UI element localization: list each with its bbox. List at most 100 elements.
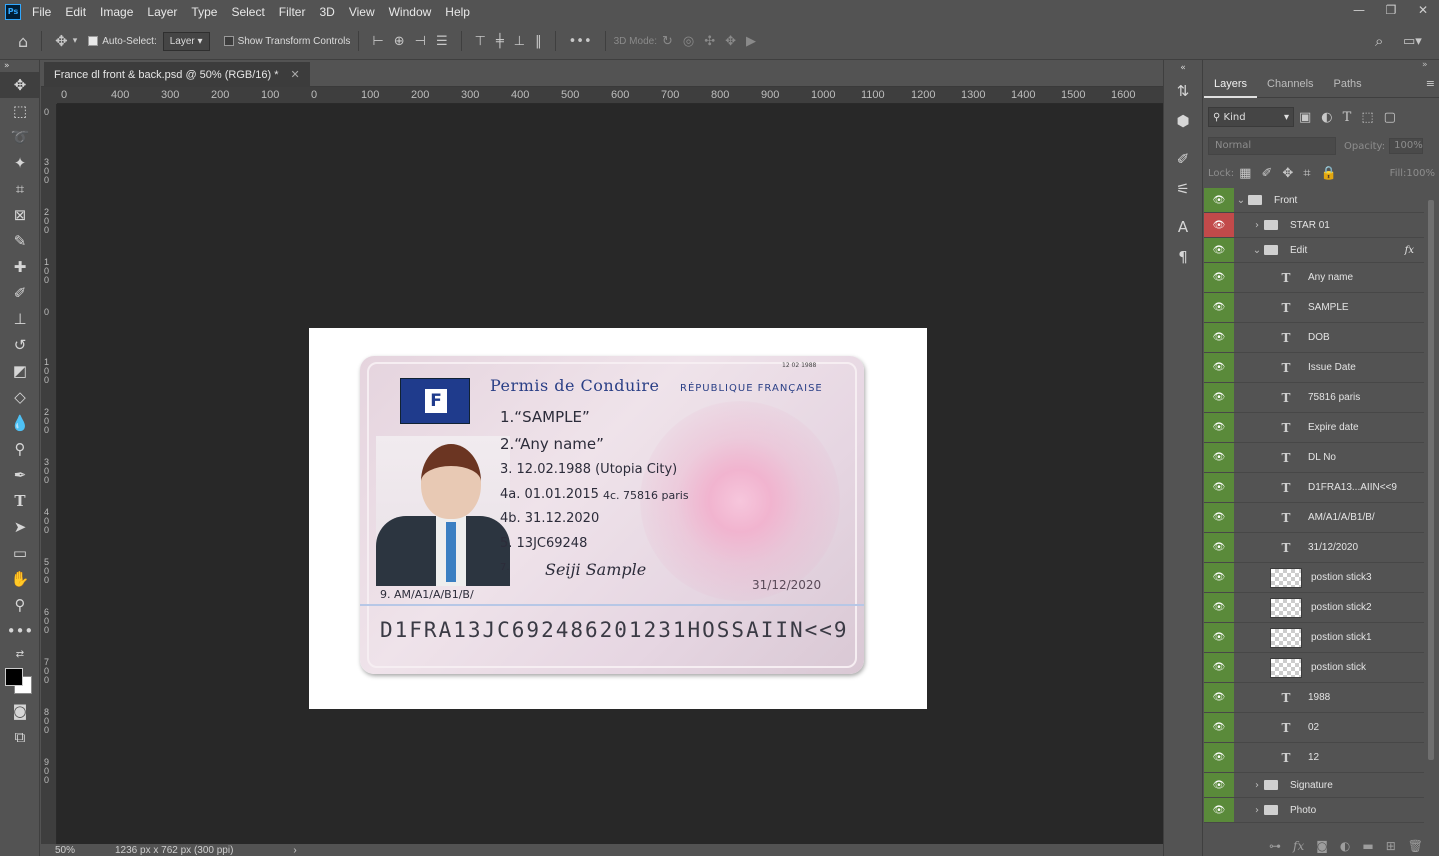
roll-3d-icon[interactable]: ◎ [683,34,694,49]
collapse-icon[interactable]: » [0,60,40,72]
dodge-tool-icon[interactable]: ⚲ [0,436,40,462]
layer-row[interactable]: 👁 postion stick [1204,653,1424,683]
visibility-eye-icon[interactable]: 👁 [1204,213,1234,237]
swap-colors-icon[interactable]: ⇄ [0,644,40,664]
paint-bucket-tool-icon[interactable]: ◇ [0,384,40,410]
add-style-icon[interactable]: fx [1293,839,1304,853]
visibility-eye-icon[interactable]: 👁 [1204,563,1234,592]
layers-scrollbar[interactable] [1424,188,1439,830]
new-layer-icon[interactable]: ⊞ [1386,839,1396,853]
align-middle-icon[interactable]: ╪ [496,34,504,49]
visibility-eye-icon[interactable]: 👁 [1204,383,1234,412]
add-mask-icon[interactable]: ◙ [1316,839,1328,853]
align-bottom-icon[interactable]: ⊥ [514,34,525,49]
horizontal-ruler[interactable]: 0 400 300 200 100 0 100 200 300 400 500 600 700 800 90… [57,87,1163,104]
menu-view[interactable]: View [342,5,382,19]
home-icon[interactable]: ⌂ [18,32,28,51]
menu-image[interactable]: Image [93,5,140,19]
visibility-eye-icon[interactable]: 👁 [1204,623,1234,652]
close-tab-icon[interactable]: ✕ [291,68,300,81]
healing-tool-icon[interactable]: ✚ [0,254,40,280]
layer-row[interactable]: 👁 postion stick2 [1204,593,1424,623]
visibility-eye-icon[interactable]: 👁 [1204,713,1234,742]
layer-row[interactable]: 👁 postion stick1 [1204,623,1424,653]
blend-mode-dropdown[interactable]: Normal [1208,137,1336,155]
visibility-eye-icon[interactable]: 👁 [1204,263,1234,292]
magic-wand-tool-icon[interactable]: ✦ [0,150,40,176]
quick-mask-icon[interactable]: ◙ [0,698,40,724]
visibility-eye-icon[interactable]: 👁 [1204,293,1234,322]
close-icon[interactable]: ✕ [1407,0,1439,23]
distribute-icon[interactable]: ☰ [436,34,448,49]
history-panel-icon[interactable]: ⇅ [1164,76,1202,106]
menu-3d[interactable]: 3D [312,5,341,19]
layer-row[interactable]: 👁 T DL No [1204,443,1424,473]
stamp-tool-icon[interactable]: ⊥ [0,306,40,332]
chevron-right-icon[interactable]: › [1250,805,1264,816]
visibility-eye-icon[interactable]: 👁 [1204,683,1234,712]
align-left-icon[interactable]: ⊢ [372,34,383,49]
eraser-tool-icon[interactable]: ◩ [0,358,40,384]
chevron-right-icon[interactable]: › [1250,780,1264,791]
visibility-eye-icon[interactable]: 👁 [1204,443,1234,472]
camera-3d-icon[interactable]: ▶ [746,34,756,49]
align-right-icon[interactable]: ⊣ [415,34,426,49]
lock-all-icon[interactable]: 🔒 [1321,166,1337,181]
show-transform-checkbox[interactable] [223,36,234,46]
auto-select-checkbox[interactable] [88,36,99,46]
menu-select[interactable]: Select [224,5,271,19]
edit-toolbar-icon[interactable]: ••• [0,618,40,644]
align-top-icon[interactable]: ⊤ [475,34,486,49]
paragraph-panel-icon[interactable]: ¶ [1164,242,1202,272]
layer-row[interactable]: 👁 T AM/A1/A/B1/B/ [1204,503,1424,533]
layer-row[interactable]: 👁 T 12 [1204,743,1424,773]
auto-select-target-dropdown[interactable]: Layer ▾ [162,31,210,51]
layer-row[interactable]: 👁 T 02 [1204,713,1424,743]
fx-badge[interactable]: fx [1405,245,1414,256]
vertical-scrollbar[interactable] [1145,104,1163,844]
history-brush-tool-icon[interactable]: ↺ [0,332,40,358]
pen-tool-icon[interactable]: ✒ [0,462,40,488]
layer-row[interactable]: 👁 › Signature [1204,773,1424,798]
more-options-icon[interactable]: ••• [569,34,592,49]
visibility-eye-icon[interactable]: 👁 [1204,503,1234,532]
zoom-level[interactable]: 50% [55,845,105,856]
filter-shape-icon[interactable]: ⬚ [1361,110,1373,125]
layer-row[interactable]: 👁 T Issue Date [1204,353,1424,383]
layer-row[interactable]: 👁 T 75816 paris [1204,383,1424,413]
path-select-tool-icon[interactable]: ➤ [0,514,40,540]
scrollbar-thumb[interactable] [1428,200,1434,760]
layer-row[interactable]: 👁 T SAMPLE [1204,293,1424,323]
align-center-icon[interactable]: ⊕ [394,34,405,49]
move-tool-icon[interactable]: ✥ [0,72,40,98]
lock-image-icon[interactable]: ✐ [1261,166,1272,181]
layer-row[interactable]: 👁 ⌄ Front [1204,188,1424,213]
menu-window[interactable]: Window [382,5,439,19]
hand-tool-icon[interactable]: ✋ [0,566,40,592]
tab-paths[interactable]: Paths [1324,70,1372,98]
crop-tool-icon[interactable]: ⌗ [0,176,40,202]
brush-settings-icon[interactable]: ✐ [1164,144,1202,174]
layer-row[interactable]: 👁 T D1FRA13...AIIN<<9 [1204,473,1424,503]
canvas-area[interactable]: F Permis de Conduire RÉPUBLIQUE FRANÇAIS… [57,104,1145,844]
visibility-eye-icon[interactable]: 👁 [1204,773,1234,797]
visibility-eye-icon[interactable]: 👁 [1204,653,1234,682]
filter-smart-object-icon[interactable]: ▢ [1384,110,1396,125]
properties-panel-icon[interactable]: ⚟ [1164,174,1202,204]
status-menu-icon[interactable]: › [293,845,296,856]
blur-tool-icon[interactable]: 💧 [0,410,40,436]
lasso-tool-icon[interactable]: ➰ [0,124,40,150]
visibility-eye-icon[interactable]: 👁 [1204,323,1234,352]
chevron-down-icon[interactable]: ⌄ [1250,245,1264,256]
visibility-eye-icon[interactable]: 👁 [1204,743,1234,772]
layer-row[interactable]: 👁 › STAR 01 [1204,213,1424,238]
slide-3d-icon[interactable]: ✥ [725,34,736,49]
new-group-icon[interactable]: ▬ [1362,839,1373,853]
menu-help[interactable]: Help [438,5,477,19]
marquee-tool-icon[interactable]: ⬚ [0,98,40,124]
document-canvas[interactable]: F Permis de Conduire RÉPUBLIQUE FRANÇAIS… [309,328,927,709]
screen-mode-icon[interactable]: ⧉ [0,724,40,750]
chevron-right-icon[interactable]: › [1250,220,1264,231]
chevron-down-icon[interactable]: ▾ [73,36,78,46]
layer-row[interactable]: 👁 T 1988 [1204,683,1424,713]
